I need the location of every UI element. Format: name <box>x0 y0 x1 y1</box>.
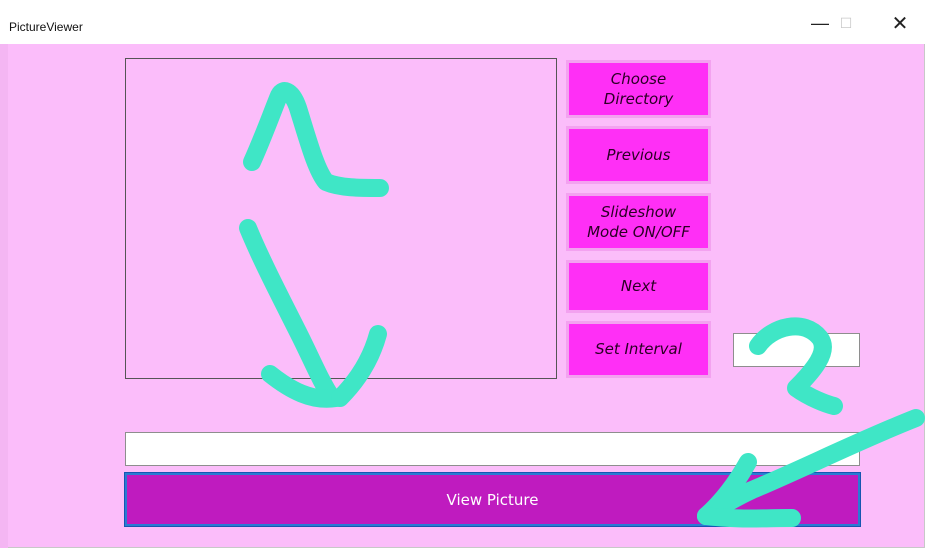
previous-button[interactable]: Previous <box>566 126 711 184</box>
view-picture-button[interactable]: View Picture <box>124 472 861 527</box>
interval-input[interactable] <box>733 333 860 367</box>
choose-directory-button[interactable]: Choose Directory <box>566 60 711 118</box>
app-window: PictureViewer — ☐ ✕ Choose Directory Pre… <box>0 0 925 548</box>
window-left-edge <box>0 44 8 548</box>
title-bar[interactable]: PictureViewer — ☐ ✕ <box>0 0 925 44</box>
window-title: PictureViewer <box>9 20 83 34</box>
maximize-button[interactable]: ☐ <box>826 8 866 38</box>
next-button[interactable]: Next <box>566 260 711 313</box>
path-input[interactable] <box>125 432 860 466</box>
set-interval-button[interactable]: Set Interval <box>566 321 711 378</box>
slideshow-toggle-button[interactable]: Slideshow Mode ON/OFF <box>566 193 711 251</box>
picture-display-area <box>125 58 557 379</box>
desktop-strip <box>0 548 925 560</box>
close-button[interactable]: ✕ <box>880 8 920 38</box>
